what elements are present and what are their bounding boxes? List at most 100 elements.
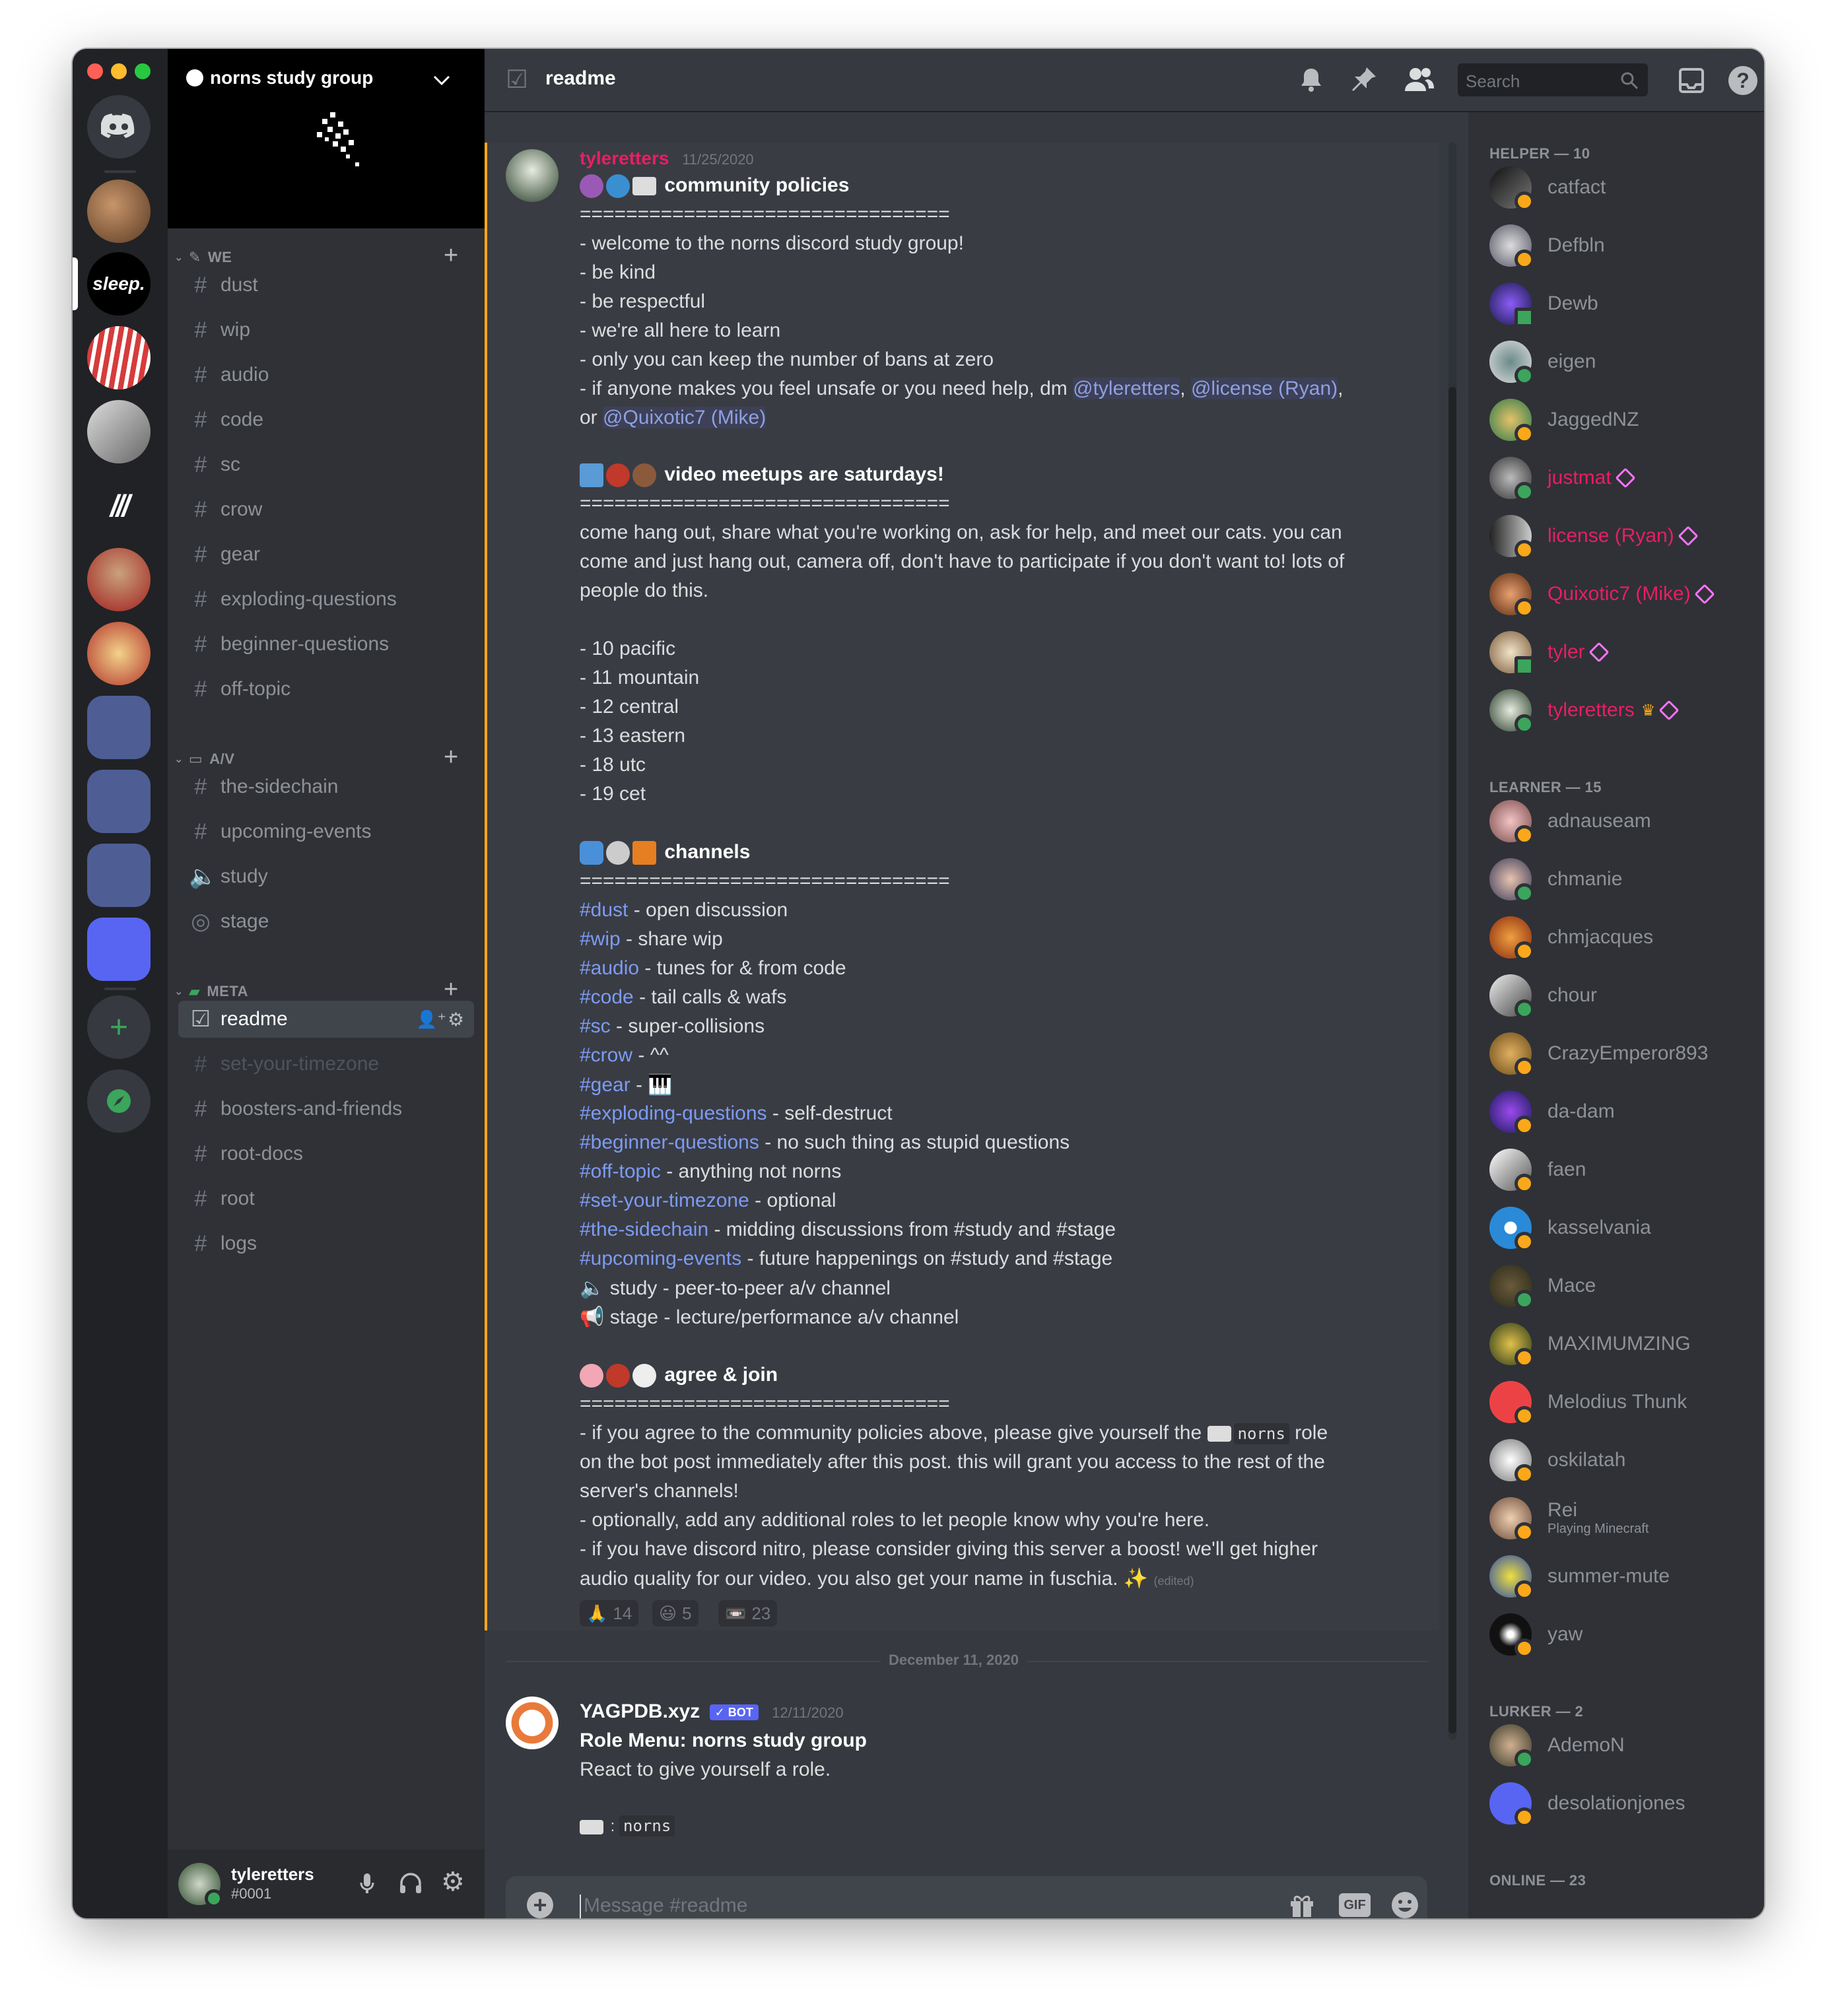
close-window-button[interactable] — [87, 63, 103, 79]
channel-link[interactable]: #exploding-questions — [580, 1102, 767, 1124]
channel-link[interactable]: #crow — [580, 1044, 632, 1066]
server-folder-3[interactable] — [87, 844, 151, 907]
help-icon[interactable]: ? — [1728, 66, 1757, 95]
channel-sc[interactable]: # sc — [178, 446, 474, 483]
mention[interactable]: @license (Ryan) — [1190, 378, 1338, 399]
pin-icon[interactable] — [1351, 66, 1377, 94]
message-input[interactable]: Message #readme — [580, 1895, 1244, 1918]
avatar[interactable] — [178, 1863, 223, 1908]
member-item[interactable]: Defbln — [1489, 222, 1605, 269]
channel-stage[interactable]: ◎ stage — [178, 903, 474, 940]
member-item[interactable]: eigen — [1489, 338, 1596, 386]
inbox-icon[interactable] — [1678, 67, 1705, 94]
channel-boosters-and-friends[interactable]: # boosters-and-friends — [178, 1091, 474, 1127]
channel-dust[interactable]: # dust — [178, 267, 474, 304]
member-item[interactable]: da-dam — [1489, 1088, 1615, 1135]
member-item[interactable]: yaw — [1489, 1611, 1583, 1658]
channel-link[interactable]: #dust — [580, 899, 628, 921]
member-item[interactable]: Rei Playing Minecraft — [1489, 1495, 1649, 1542]
channel-link[interactable]: #beginner-questions — [580, 1131, 759, 1153]
member-list-icon[interactable] — [1404, 66, 1435, 94]
author-name[interactable]: tyleretters — [580, 148, 669, 168]
search-input[interactable]: Search — [1458, 63, 1648, 96]
server-folder-4[interactable] — [87, 918, 151, 981]
member-item[interactable]: tyleretters ♛ — [1489, 687, 1680, 734]
member-item[interactable]: desolationjones — [1489, 1780, 1685, 1827]
member-item[interactable]: catfact — [1489, 164, 1606, 211]
member-item[interactable]: adnauseam — [1489, 797, 1651, 845]
member-item[interactable]: justmat — [1489, 454, 1636, 502]
channel-code[interactable]: # code — [178, 401, 474, 438]
scrollbar-thumb[interactable] — [1448, 387, 1456, 1733]
emoji-picker-icon[interactable] — [1390, 1891, 1419, 1918]
channel-gear[interactable]: # gear — [178, 536, 474, 573]
channel-logs[interactable]: # logs — [178, 1225, 474, 1262]
zoom-window-button[interactable] — [135, 63, 151, 79]
member-item[interactable]: summer-mute — [1489, 1553, 1670, 1600]
create-channel-button[interactable]: + — [444, 743, 459, 772]
member-item[interactable]: chmanie — [1489, 856, 1622, 903]
member-item[interactable]: Dewb — [1489, 280, 1598, 327]
channel-link[interactable]: #set-your-timezone — [580, 1190, 749, 1211]
member-item[interactable]: Mace — [1489, 1262, 1596, 1310]
channel-crow[interactable]: # crow — [178, 491, 474, 528]
member-item[interactable]: faen — [1489, 1146, 1586, 1193]
microphone-icon[interactable] — [359, 1872, 375, 1896]
channel-link[interactable]: #upcoming-events — [580, 1248, 741, 1269]
reaction[interactable]: 😃 5 — [652, 1600, 698, 1627]
channel-root-docs[interactable]: # root-docs — [178, 1135, 474, 1172]
channel-set-your-timezone[interactable]: # set-your-timezone — [178, 1046, 474, 1083]
author-avatar[interactable] — [506, 149, 559, 202]
home-button[interactable] — [87, 95, 151, 158]
channel-wip[interactable]: # wip — [178, 312, 474, 349]
channel-link[interactable]: #sc — [580, 1015, 611, 1037]
mention[interactable]: @Quixotic7 (Mike) — [603, 407, 766, 428]
author-name[interactable]: YAGPDB.xyz — [580, 1700, 700, 1722]
channel-exploding-questions[interactable]: # exploding-questions — [178, 581, 474, 618]
member-item[interactable]: CrazyEmperor893 — [1489, 1030, 1708, 1077]
member-item[interactable]: Melodius Thunk — [1489, 1378, 1687, 1426]
gift-icon[interactable] — [1289, 1892, 1315, 1918]
member-item[interactable]: chour — [1489, 972, 1597, 1019]
create-channel-button[interactable]: + — [444, 242, 459, 270]
server-folder-1[interactable] — [87, 696, 151, 759]
server-icon-3[interactable] — [87, 326, 151, 389]
minimize-window-button[interactable] — [111, 63, 127, 79]
mention[interactable]: @tyleretters — [1073, 378, 1180, 399]
explore-servers-button[interactable] — [87, 1069, 151, 1133]
server-icon-5[interactable]: /// — [87, 474, 151, 537]
category-we[interactable]: ⌄ ✎ WE + — [174, 242, 458, 269]
member-item[interactable]: oskilatah — [1489, 1436, 1625, 1484]
gear-icon[interactable]: ⚙ — [448, 1009, 464, 1030]
channel-beginner-questions[interactable]: # beginner-questions — [178, 626, 474, 663]
channel-readme[interactable]: ☑ readme 👤⁺ ⚙ — [178, 1001, 474, 1038]
server-folder-2[interactable] — [87, 770, 151, 833]
channel-link[interactable]: #gear — [580, 1074, 630, 1096]
member-item[interactable]: AdemoN — [1489, 1722, 1625, 1769]
channel-link[interactable]: #code — [580, 986, 634, 1008]
channel-link[interactable]: #the-sidechain — [580, 1219, 708, 1240]
server-icon-6[interactable] — [87, 548, 151, 611]
category-meta[interactable]: ⌄ ▰ META + — [174, 976, 458, 1003]
create-channel-button[interactable]: + — [444, 976, 459, 1004]
bot-avatar[interactable] — [506, 1697, 559, 1749]
member-item[interactable]: Quixotic7 (Mike) — [1489, 570, 1715, 618]
channel-link[interactable]: #wip — [580, 928, 621, 950]
gif-button[interactable]: GIF — [1339, 1893, 1371, 1917]
channel-off-topic[interactable]: # off-topic — [178, 671, 474, 708]
headphones-icon[interactable] — [399, 1872, 423, 1895]
member-item[interactable]: JaggedNZ — [1489, 396, 1639, 444]
channel-root[interactable]: # root — [178, 1180, 474, 1217]
reaction[interactable]: 🙏 14 — [580, 1600, 639, 1627]
server-icon-4[interactable] — [87, 400, 151, 463]
member-item[interactable]: kasselvania — [1489, 1204, 1651, 1252]
channel-the-sidechain[interactable]: # the-sidechain — [178, 768, 474, 805]
channel-upcoming-events[interactable]: # upcoming-events — [178, 813, 474, 850]
bell-icon[interactable] — [1298, 66, 1324, 94]
server-icon-7[interactable] — [87, 622, 151, 685]
invite-icon[interactable]: 👤⁺ — [416, 1009, 446, 1030]
add-server-button[interactable]: + — [87, 995, 151, 1059]
chevron-down-icon[interactable] — [432, 74, 452, 87]
category-av[interactable]: ⌄ ▭ A/V + — [174, 743, 458, 771]
member-item[interactable]: license (Ryan) — [1489, 512, 1699, 560]
